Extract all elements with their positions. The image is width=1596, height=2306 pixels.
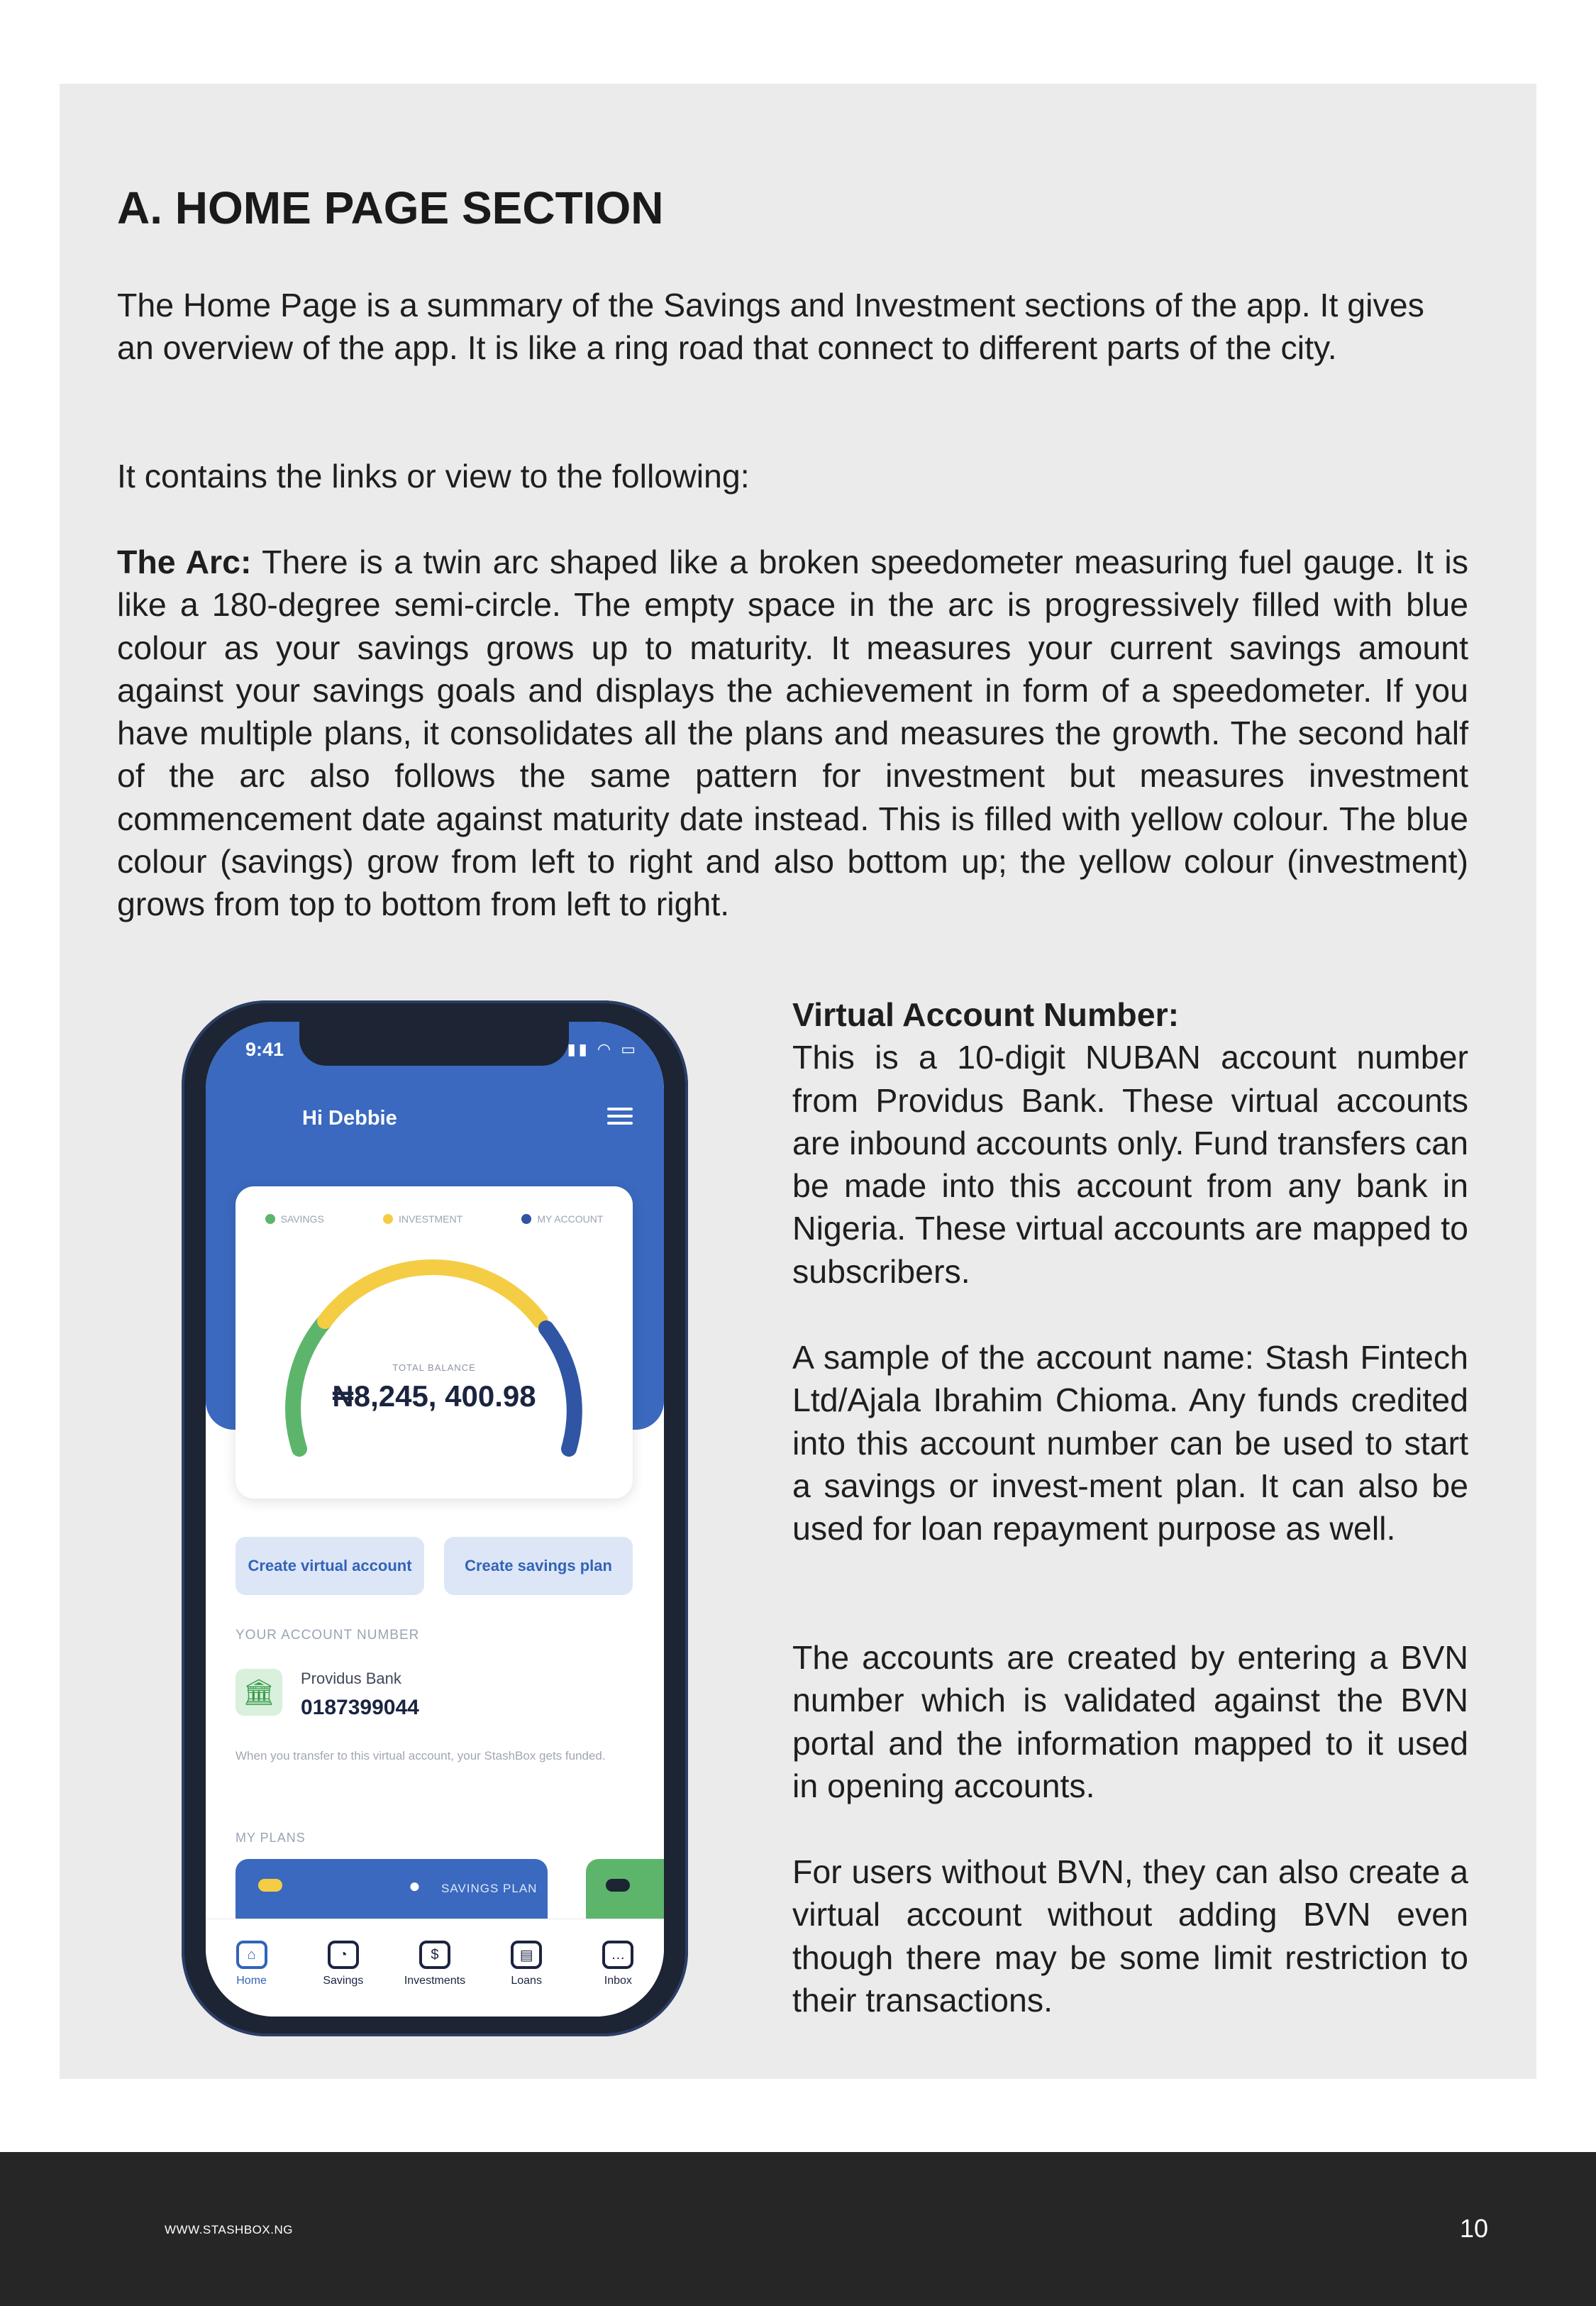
tab-savings[interactable]: ◔ Savings	[304, 1941, 382, 2017]
tab-label: Loans	[511, 1975, 542, 1987]
gauge-legend: SAVINGS INVESTMENT MY ACCOUNT	[235, 1213, 633, 1225]
tab-home[interactable]: ⌂ Home	[213, 1941, 291, 2017]
arc-paragraph: The Arc: There is a twin arc shaped like…	[117, 541, 1468, 926]
tab-investments[interactable]: $ Investments	[396, 1941, 474, 2017]
tab-label: Home	[236, 1975, 267, 1987]
legend-investment: INVESTMENT	[382, 1213, 462, 1225]
bank-icon: 🏛	[235, 1669, 282, 1716]
action-buttons: Create virtual account Create savings pl…	[235, 1537, 633, 1595]
savings-dot	[265, 1214, 275, 1224]
virtual-account-section: Virtual Account Number: This is a 10-dig…	[792, 993, 1468, 1293]
footer-url[interactable]: WWW.STASHBOX.NG	[165, 2223, 293, 2237]
home-icon: ⌂	[235, 1941, 267, 1969]
piggy-bank-icon: ●	[409, 1875, 421, 1897]
legend-savings: SAVINGS	[265, 1213, 324, 1225]
tab-label: Savings	[323, 1975, 364, 1987]
plan-chip	[258, 1879, 282, 1892]
loans-icon: ▤	[511, 1941, 543, 1969]
section-title: A. HOME PAGE SECTION	[117, 182, 664, 233]
balance-gauge	[285, 1259, 582, 1457]
arc-lead: The Arc:	[117, 544, 252, 580]
tab-loans[interactable]: ▤ Loans	[487, 1941, 565, 2017]
virtual-account-heading: Virtual Account Number:	[792, 996, 1180, 1033]
plan-chip	[606, 1879, 630, 1892]
bank-name: Providus Bank	[301, 1670, 401, 1687]
money-icon: $	[419, 1941, 450, 1969]
tab-label: Inbox	[604, 1975, 632, 1987]
page-number: 10	[1460, 2214, 1489, 2243]
investment-dot	[382, 1214, 393, 1224]
virtual-account-p1: This is a 10-digit NUBAN account number …	[792, 1039, 1468, 1290]
account-number[interactable]: 0187399044	[301, 1696, 419, 1720]
savings-plan-label: SAVINGS PLAN	[441, 1882, 538, 1895]
contains-paragraph: It contains the links or view to the fol…	[117, 458, 750, 495]
create-virtual-account-button[interactable]: Create virtual account	[235, 1537, 424, 1595]
virtual-account-p2: A sample of the account name: Stash Fint…	[792, 1339, 1468, 1548]
intro-paragraph: The Home Page is a summary of the Saving…	[117, 287, 1424, 367]
status-time: 9:41	[245, 1039, 284, 1060]
legend-my-account: MY ACCOUNT	[521, 1213, 603, 1225]
inbox-icon: …	[602, 1941, 634, 1969]
my-plans-label: MY PLANS	[235, 1831, 306, 1845]
total-balance-label: TOTAL BALANCE	[392, 1362, 476, 1373]
phone-screen: 9:41 ▮▮ ◠ ▭ Hi Debbie SAVINGS INVESTMENT…	[206, 1022, 664, 2017]
greeting: Hi Debbie	[302, 1107, 397, 1130]
bottom-tab-bar: ⌂ Home ◔ Savings $ Investments ▤ Loans ……	[206, 1919, 664, 2017]
gauge-arc-investment	[317, 1259, 548, 1329]
total-balance-value: ₦8,245, 400.98	[332, 1379, 536, 1413]
account-note: When you transfer to this virtual accoun…	[235, 1749, 606, 1762]
virtual-account-p4: For users without BVN, they can also cre…	[792, 1853, 1468, 2019]
menu-icon[interactable]	[607, 1108, 633, 1127]
my-account-dot	[521, 1214, 532, 1224]
account-number-label: YOUR ACCOUNT NUMBER	[235, 1628, 420, 1643]
tab-label: Investments	[404, 1975, 466, 1987]
virtual-account-p3: The accounts are created by entering a B…	[792, 1639, 1468, 1804]
piggy-bank-icon: ◔	[327, 1941, 359, 1969]
arc-text: There is a twin arc shaped like a broken…	[117, 544, 1468, 923]
tab-inbox[interactable]: … Inbox	[579, 1941, 657, 2017]
status-icons: ▮▮ ◠ ▭	[567, 1040, 638, 1058]
balance-card: SAVINGS INVESTMENT MY ACCOUNT TOTAL BALA…	[235, 1186, 633, 1499]
create-savings-plan-button[interactable]: Create savings plan	[444, 1537, 633, 1595]
phone-notch	[299, 1022, 569, 1066]
